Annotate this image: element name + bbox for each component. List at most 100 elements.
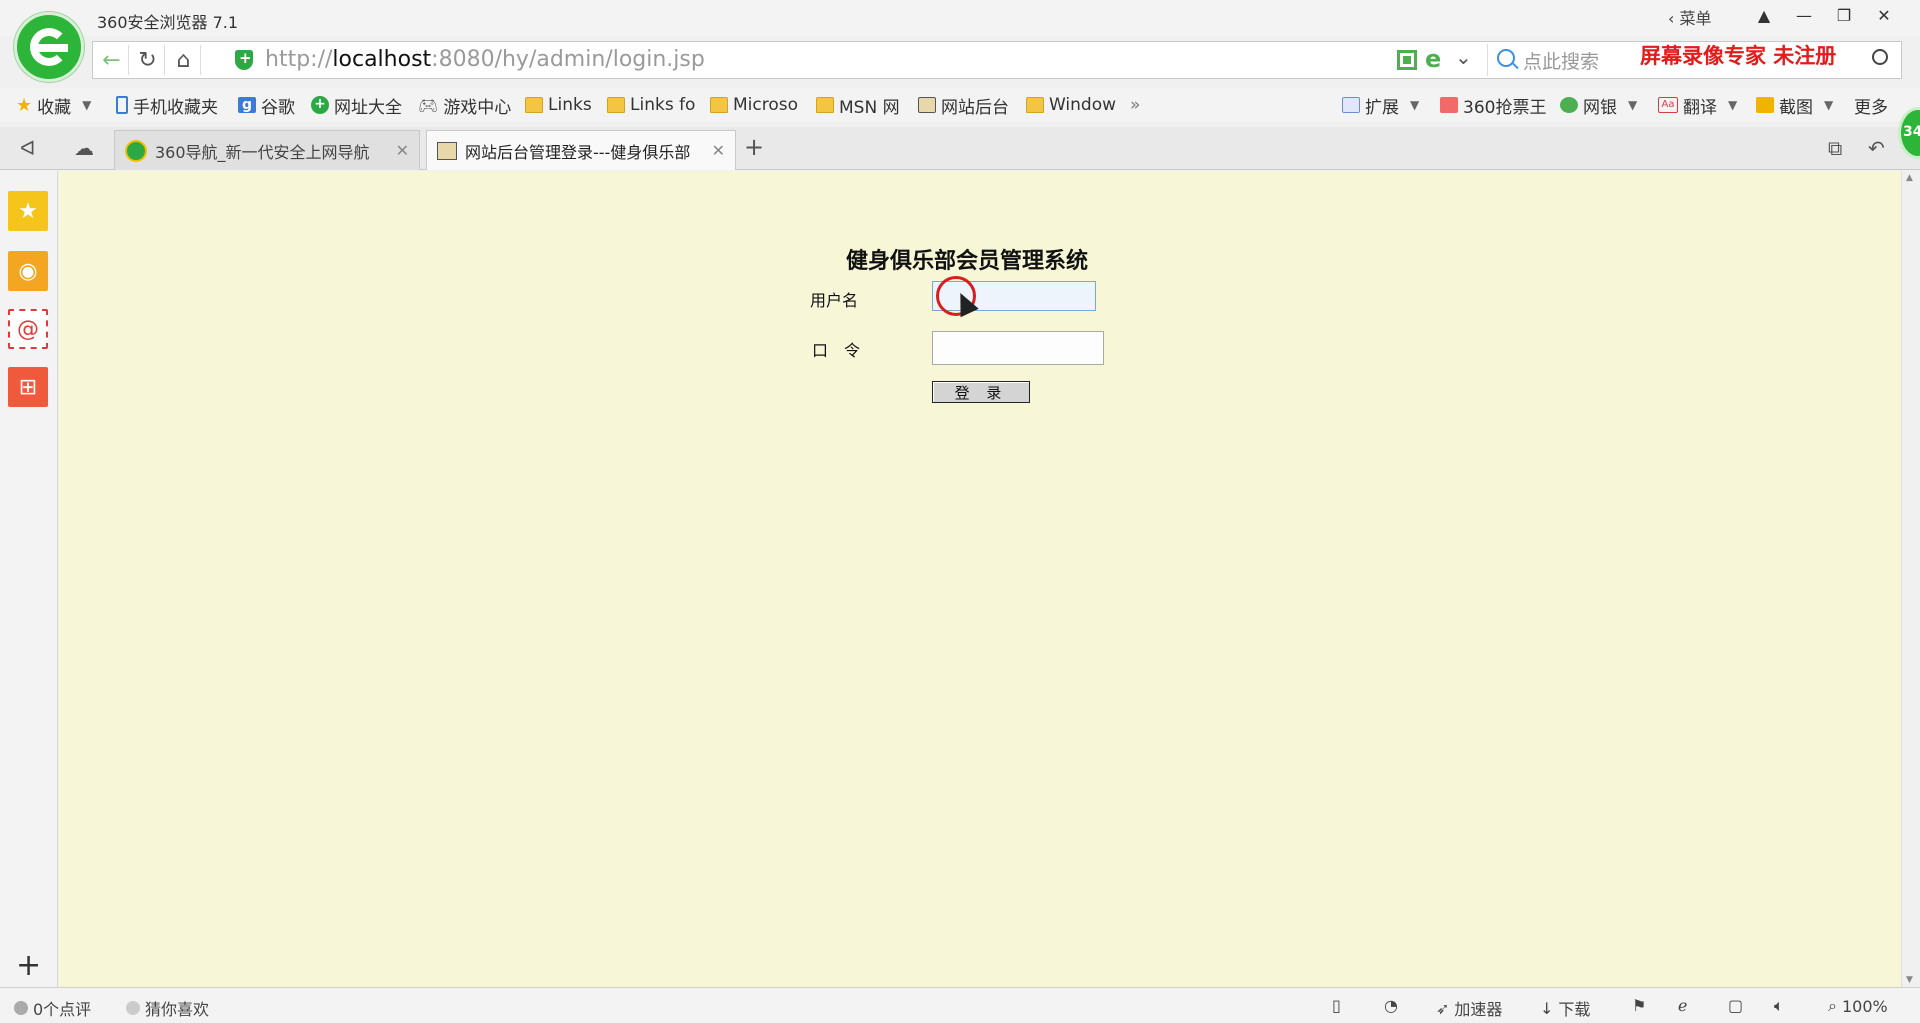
sidebar-toggle-icon[interactable]: ᐊ (20, 136, 35, 160)
password-label: 口 令 (812, 341, 861, 360)
recorder-watermark: 屏幕录像专家 未注册 (1640, 43, 1837, 68)
folder-icon (607, 97, 625, 113)
toolbar-translate[interactable]: Aa 翻译 ▼ (1658, 92, 1737, 118)
username-label: 用户名 (810, 291, 859, 310)
email-icon[interactable]: @ (8, 309, 48, 349)
page-title: 健身俱乐部会员管理系统 (846, 248, 1089, 274)
bank-icon (1560, 97, 1578, 113)
divider (1487, 44, 1488, 76)
skin-icon[interactable]: ▲ (1744, 0, 1784, 30)
refresh-icon[interactable]: ↻ (131, 45, 165, 75)
comments-link[interactable]: 0个点评 (14, 996, 91, 1020)
chevron-down-icon: ▼ (1728, 98, 1738, 112)
chevron-down-icon: ▼ (82, 98, 92, 112)
chevron-down-icon: ▼ (1410, 98, 1420, 112)
bookmark-msn[interactable]: MSN 网 (816, 92, 900, 118)
more-bookmarks-icon[interactable]: » (1130, 92, 1140, 118)
phone-icon[interactable]: ▯ (1332, 996, 1341, 1015)
zoom-control[interactable]: ⌕ 100% (1828, 996, 1888, 1016)
search-icon: ⌕ (1828, 996, 1837, 1015)
shopping-icon[interactable]: ⊞ (8, 367, 48, 407)
360-plus-icon (125, 139, 147, 162)
accelerator-button[interactable]: ➶ 加速器 (1436, 996, 1502, 1020)
site-icon (437, 141, 457, 160)
bookmark-links[interactable]: Links (525, 92, 592, 118)
bookmark-games[interactable]: 🎮︎ 游戏中心 (418, 92, 511, 118)
minimize-button[interactable]: — (1784, 0, 1824, 30)
back-arrow-icon[interactable]: ← (95, 45, 129, 75)
ie-icon[interactable]: ℯ (1678, 996, 1687, 1015)
tab-admin-login[interactable]: 网站后台管理登录---健身俱乐部 ✕ (426, 130, 736, 170)
screenshot-icon (1756, 97, 1774, 113)
login-button[interactable]: 登 录 (932, 381, 1030, 403)
flag-icon[interactable]: ⚑ (1632, 996, 1646, 1015)
undo-close-icon[interactable]: ↶ (1868, 136, 1885, 160)
speed-icon[interactable]: ◔ (1384, 996, 1398, 1015)
bookmark-google[interactable]: g 谷歌 (238, 92, 295, 118)
left-sidebar: ★ ◉ @ ⊞ + (0, 171, 58, 987)
folder-icon (525, 97, 543, 113)
qr-code-icon[interactable] (1397, 50, 1417, 70)
folder-icon (710, 97, 728, 113)
address-bar: ← ↻ ⌂ http://localhost:8080/hy/admin/log… (92, 41, 1902, 79)
tab-list-icon[interactable]: ⧉ (1828, 136, 1842, 160)
toolbar-extensions[interactable]: 扩展 ▼ (1342, 92, 1419, 118)
translate-icon: Aa (1658, 97, 1678, 113)
favorites-star-icon[interactable]: ★ (8, 191, 48, 231)
bookmark-admin[interactable]: 网站后台 (918, 92, 1009, 118)
toolbar-tickets[interactable]: 360抢票王 (1440, 92, 1546, 118)
window-title: 360安全浏览器 7.1 (97, 13, 239, 32)
window-icon[interactable]: ▢ (1728, 996, 1743, 1015)
home-icon[interactable]: ⌂ (167, 45, 201, 75)
chevron-down-icon[interactable]: ⌄ (1455, 45, 1472, 69)
password-input[interactable] (932, 331, 1104, 365)
search-icon[interactable] (1872, 49, 1888, 65)
new-tab-icon[interactable]: + (744, 133, 764, 161)
menu-button[interactable]: ‹ 菜单 (1668, 5, 1712, 29)
bookmarks-bar: ★ 收藏 ▼ 手机收藏夹 g 谷歌 + 网址大全 🎮︎ 游戏中心 Links Links … (0, 88, 1920, 122)
vertical-scrollbar[interactable] (1901, 171, 1920, 987)
chevron-down-icon: ▼ (1824, 98, 1834, 112)
tab-360-navigation[interactable]: 360导航_新一代安全上网导航 ✕ (114, 130, 420, 170)
tab-bar: ᐊ ☁ 360导航_新一代安全上网导航 ✕ 网站后台管理登录---健身俱乐部 ✕… (0, 127, 1920, 170)
bookmark-mobile[interactable]: 手机收藏夹 (116, 92, 218, 118)
toolbar-more[interactable]: 更多 (1854, 92, 1888, 118)
bookmark-links-fo[interactable]: Links fo (607, 92, 695, 118)
search-input[interactable]: 点此搜索 (1523, 47, 1599, 74)
volume-icon[interactable]: 🔈︎ (1774, 996, 1784, 1016)
comment-icon (14, 1001, 28, 1015)
bookmark-directory[interactable]: + 网址大全 (311, 92, 402, 118)
close-button[interactable]: ✕ (1864, 0, 1904, 30)
close-icon[interactable]: ✕ (712, 141, 725, 160)
ie-mode-icon[interactable]: e (1425, 45, 1441, 73)
download-icon: ↓ (1540, 998, 1554, 1018)
bookmark-microsoft[interactable]: Microso (710, 92, 798, 118)
star-icon: ★ (16, 94, 33, 116)
add-icon[interactable]: + (16, 951, 41, 981)
folder-icon (1026, 97, 1044, 113)
browser-logo-icon (14, 12, 84, 82)
title-bar: 360安全浏览器 7.1 ‹ 菜单 ▲ — ❐ ✕ (0, 0, 1920, 36)
phone-icon (116, 96, 128, 114)
toolbar-bank[interactable]: 网银 ▼ (1560, 92, 1637, 118)
google-icon: g (238, 97, 256, 113)
cloud-icon[interactable]: ☁ (74, 136, 94, 160)
toolbar-screenshot[interactable]: 截图 ▼ (1756, 92, 1833, 118)
shield-icon (235, 49, 253, 70)
bookmark-windows[interactable]: Window (1026, 92, 1116, 118)
360-plus-icon: + (311, 96, 329, 114)
extension-icon (1342, 97, 1360, 113)
guess-link[interactable]: 猜你喜欢 (126, 996, 209, 1020)
close-icon[interactable]: ✕ (396, 141, 409, 160)
restore-button[interactable]: ❐ (1824, 0, 1864, 30)
heart-icon (126, 1001, 140, 1015)
site-icon (918, 97, 936, 113)
weibo-icon[interactable]: ◉ (8, 251, 48, 291)
url-input[interactable]: http://localhost:8080/hy/admin/login.jsp (265, 47, 705, 72)
bookmark-favorites[interactable]: ★ 收藏 ▼ (16, 92, 91, 118)
ticket-icon (1440, 97, 1458, 113)
rocket-icon: ➶ (1436, 998, 1450, 1018)
search-icon[interactable] (1497, 49, 1515, 67)
download-button[interactable]: ↓ 下载 (1540, 996, 1590, 1020)
chevron-down-icon: ▼ (1628, 98, 1638, 112)
